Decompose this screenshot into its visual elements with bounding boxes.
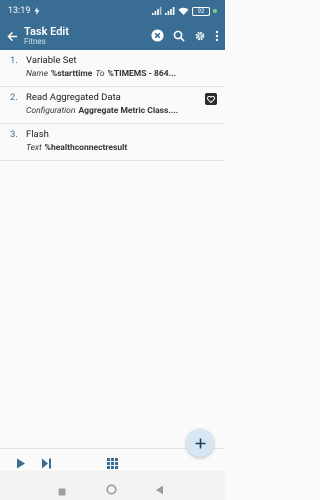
recents-button[interactable] (58, 481, 66, 500)
param-value: Aggregate Metric Class.... (78, 106, 179, 116)
plus-icon (195, 438, 205, 448)
search-icon (173, 30, 185, 42)
param-value: %healthconnectresult (44, 143, 128, 153)
settings-button[interactable] (194, 27, 206, 46)
home-circle-icon (106, 484, 117, 495)
param-value: %starttime (50, 69, 93, 79)
action-detail: Name %starttime To %TIMEMS - 864... (10, 69, 215, 79)
back-nav-button[interactable] (155, 480, 164, 499)
status-time: 13:19 (8, 6, 31, 16)
action-number: 1. (10, 55, 18, 66)
action-name: Flash (26, 129, 49, 140)
action-item-2[interactable]: 2. Read Aggregated Data Configuration Agg… (0, 87, 225, 124)
cancel-button[interactable] (151, 27, 164, 46)
action-item-1[interactable]: 1. Variable Set Name %starttime To %TIMEMS … (0, 50, 225, 87)
status-bar: 13:19 92 (0, 0, 225, 22)
system-nav-bar (0, 471, 225, 500)
privacy-dot-icon (213, 9, 217, 13)
signal-icon-2 (165, 7, 175, 15)
action-name: Read Aggregated Data (26, 92, 121, 103)
play-icon (17, 458, 25, 469)
action-detail: Configuration Aggregate Metric Class.... (10, 106, 215, 116)
action-name: Variable Set (26, 55, 77, 66)
page-title: Task Edit (24, 24, 69, 38)
skip-next-icon (42, 458, 51, 469)
action-number: 3. (10, 129, 18, 140)
grid-icon (107, 458, 118, 469)
home-button[interactable] (106, 480, 117, 499)
wifi-icon (178, 7, 189, 15)
app-bar: Task Edit Fitnes (0, 22, 225, 50)
overflow-menu-button[interactable] (215, 27, 219, 46)
action-detail: Text %healthconnectresult (10, 143, 215, 153)
triangle-back-icon (156, 485, 163, 495)
more-vert-icon (215, 30, 219, 41)
action-list: 1. Variable Set Name %starttime To %TIMEMS … (0, 50, 225, 161)
action-item-3[interactable]: 3. Flash Text %healthconnectresult (0, 124, 225, 161)
search-button[interactable] (173, 27, 185, 46)
param-key: Configuration (26, 106, 76, 116)
param-key: Text (26, 143, 42, 153)
square-icon (58, 488, 66, 496)
back-button[interactable] (0, 31, 24, 42)
flash-status-icon (34, 7, 40, 15)
health-connect-icon[interactable] (205, 93, 217, 105)
param-key: To (95, 69, 105, 79)
heart-icon (207, 95, 215, 103)
page-subtitle: Fitnes (24, 36, 46, 46)
arrow-left-icon (6, 31, 17, 41)
action-number: 2. (10, 92, 18, 103)
param-value: %TIMEMS - 864... (107, 69, 177, 79)
add-action-button[interactable] (186, 429, 214, 457)
param-key: Name (26, 69, 48, 79)
battery-indicator: 92 (192, 6, 210, 16)
signal-icon (152, 7, 162, 15)
gear-icon (195, 31, 205, 40)
close-circle-icon (151, 28, 164, 42)
